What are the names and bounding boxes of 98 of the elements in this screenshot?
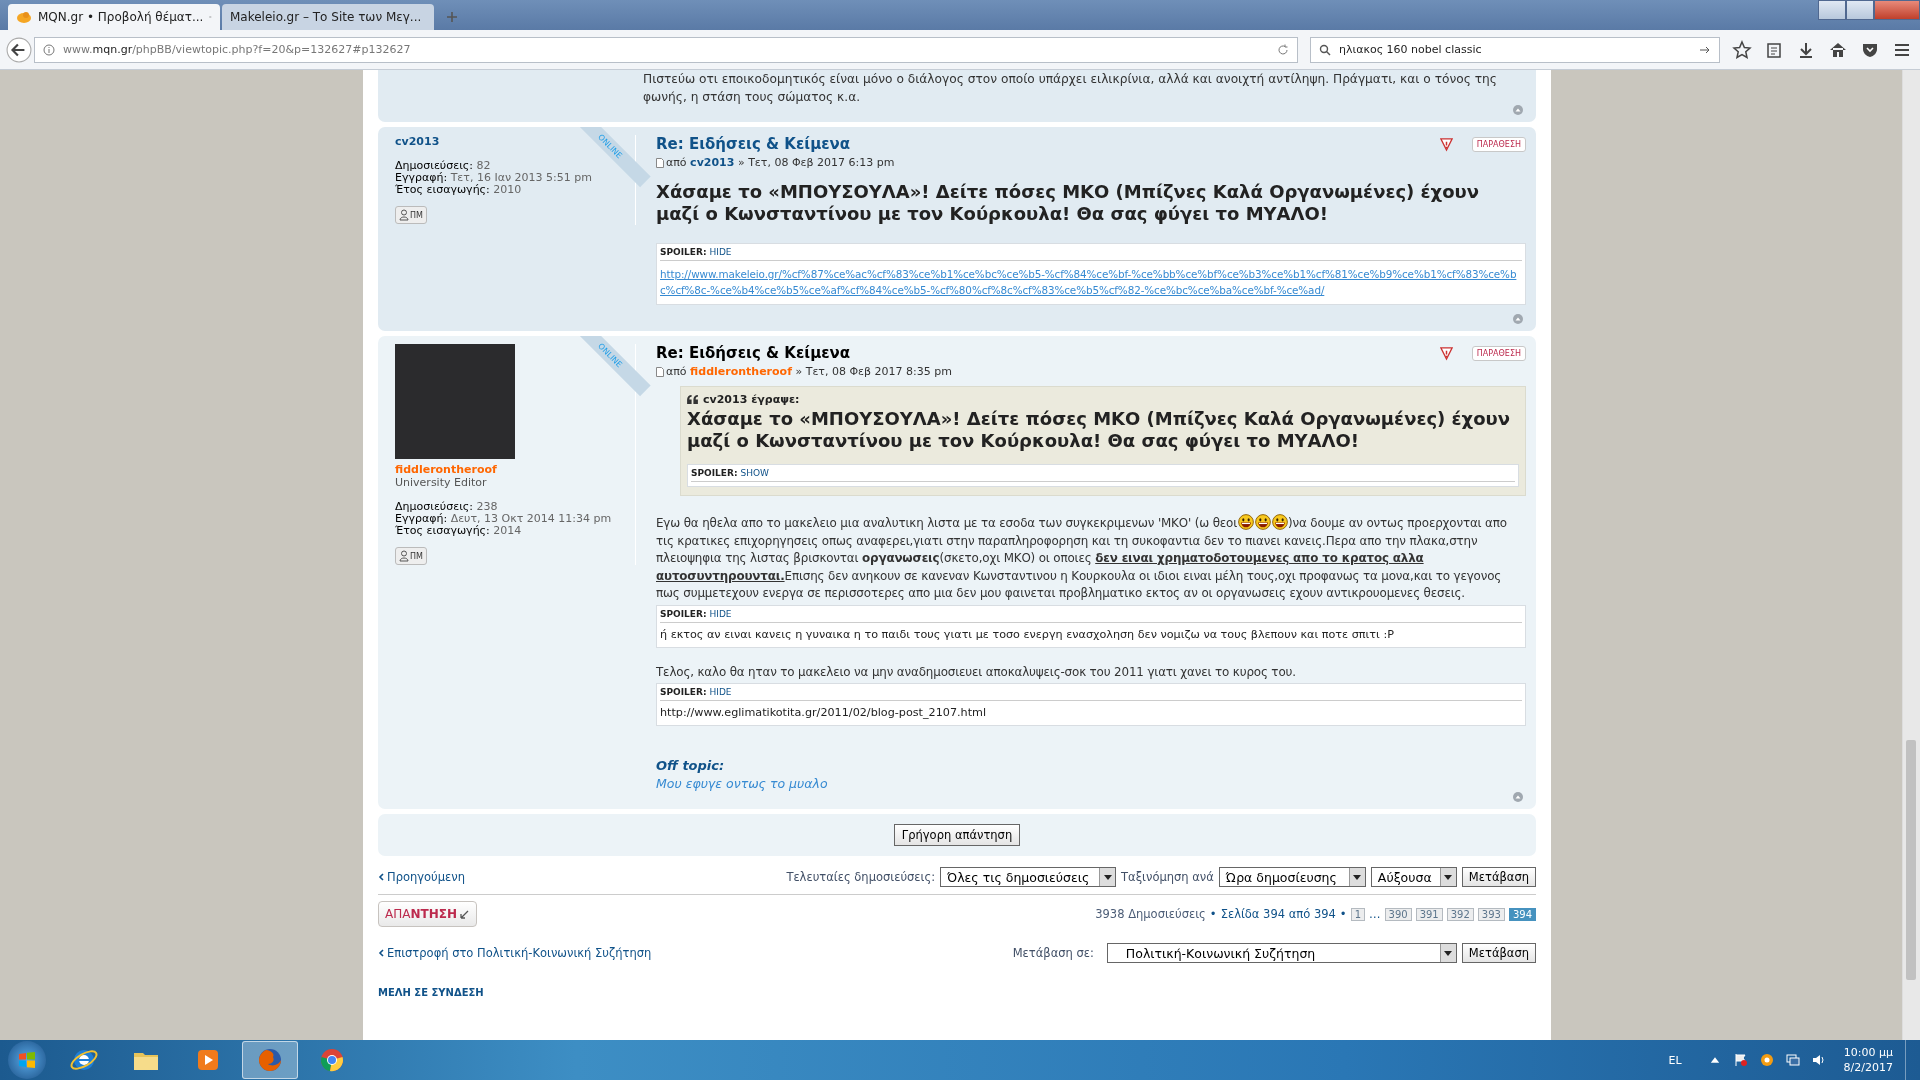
post-paragraph: Τελος, καλο θα ηταν το μακελειο να μην αναδημοσιευει αποκαλυψεις-σοκ του 2011 γιατι χανει το κυρος του. <box>656 663 1297 681</box>
post-title[interactable]: Re: Ειδήσεις & Κείμενα <box>656 344 851 362</box>
separator-dot: • <box>1339 907 1347 921</box>
profile-stat: Εγγραφή: Δευτ, 13 Οκτ 2014 11:34 pm <box>395 513 612 525</box>
page-link[interactable]: 391 <box>1415 907 1443 921</box>
minimize-button[interactable] <box>1818 0 1846 20</box>
maximize-button[interactable] <box>1846 0 1874 20</box>
spoiler-toggle[interactable]: SHOW <box>740 468 769 478</box>
smiley-icon <box>1238 514 1255 530</box>
jump-label: Μετάβαση σε: <box>1012 946 1094 960</box>
smiley-icon <box>1272 514 1289 530</box>
page-link[interactable]: 390 <box>1384 907 1412 921</box>
spoiler-toggle[interactable]: HIDE <box>709 608 732 619</box>
quote-button[interactable]: ΠΑΡΑΘΕΣΗ <box>1471 345 1526 361</box>
post-paragraph: Εγω θα ηθελα απο το μακελειο μια αναλυτικη λιστα με τα εσοδα των συγκεκριμενων 'ΜΚΟ' (ω θεοι )να δουμε αν οντως προερχονται απο τις κρατικες επιχορηγησεις οπως αναφερει,γιατι στην παραπληροφορηση και τη συκοφαντια δεν το πιανει κανεις.Περα απο την πλακα,στην πλειοψηφια της λιστας βρισκονται οργανωσεις(σκετο,οχι ΜΚΟ) οι οποιες δεν ειναι χρηματοδοτουμενες απο το κρατος αλλα αυτοσυντηρουνται.Επισης δεν ανηκουν σε κανεναν Κωνσταντινου η Κουρκουλα οι ιδιοι ειναι μέλη τους,οχι προφανως τα μονα,και το γεγονος πως συμμετεχουν ενεργα σε περισσοτερες απο μια δεν μου φαινεται προβληματικο εκτος αν οι οργανωσεις εχουν αντικρουομενες θεσεις. <box>656 514 1508 602</box>
offtopic-text: Μου εφυγε οντως το μυαλο <box>656 776 828 791</box>
previous-link[interactable]: Προηγούμενη <box>387 870 465 884</box>
spoiler-toggle[interactable]: HIDE <box>709 247 732 257</box>
warning-icon[interactable] <box>1438 136 1454 152</box>
favicon-icon <box>16 9 32 25</box>
reply-button[interactable]: ΑΠΑΝΤΗΣΗ <box>378 901 477 927</box>
forum-select[interactable]: Πολιτική-Κοινωνική Συζήτηση <box>1106 943 1457 963</box>
page-link[interactable]: 392 <box>1446 907 1474 921</box>
page-ellipsis: … <box>1369 907 1381 921</box>
post-headline: Χάσαμε το «ΜΠΟΥΣΟΥΛΑ»! Δείτε πόσες ΜΚΟ (Μπίζνες Καλά Οργανωμένες) έχουν μαζί ο Κωνσταντίνου με τον Κούρκουλα! Θα σας φύγει το ΜΥΑΛΟ! <box>687 408 1511 452</box>
chevron-icon <box>378 873 384 881</box>
back-to-forum-link[interactable]: Επιστροφή στο Πολιτική-Κοινωνική Συζήτηση <box>387 946 652 960</box>
language-indicator[interactable]: EL <box>1668 1053 1682 1067</box>
warning-icon[interactable] <box>1438 345 1454 361</box>
post-count: 3938 Δημοσιεύσεις <box>1095 907 1206 921</box>
page-link[interactable]: 1 <box>1350 907 1366 921</box>
pencil-icon <box>459 909 470 919</box>
person-icon <box>399 209 409 221</box>
speaker-icon[interactable] <box>1811 1053 1826 1067</box>
smiley-icon <box>1255 514 1272 530</box>
search-field[interactable]: ηλιακος 160 nobel classic <box>1310 36 1720 63</box>
separator-dot: • <box>1209 907 1217 921</box>
profile-stat: Εγγραφή: Τετ, 16 Ιαν 2013 5:51 pm <box>395 172 592 184</box>
quote-author: cv2013 έγραψε: <box>687 393 1519 406</box>
windows-logo-icon <box>17 1050 37 1070</box>
go-button[interactable]: Μετάβαση <box>1461 943 1536 963</box>
spoiler-text: http://www.eglimatikotita.gr/2011/02/blog-post_2107.html <box>660 705 988 721</box>
offtopic-title: Off topic: <box>656 758 725 773</box>
posts-filter-select[interactable]: Όλες τις δημοσιεύσεις <box>940 867 1117 887</box>
post-title[interactable]: Re: Ειδήσεις & Κείμενα <box>656 135 851 153</box>
post-byline: από cv2013 » Τετ, 08 Φεβ 2017 6:13 pm <box>666 156 895 169</box>
circle-icon[interactable] <box>1759 1053 1774 1067</box>
info-icon <box>43 43 55 56</box>
caret-icon <box>1444 874 1453 880</box>
order-select[interactable]: Αύξουσα <box>1370 867 1457 887</box>
pm-button[interactable]: ΠΜ <box>395 206 427 224</box>
page-icon <box>656 157 664 168</box>
spoiler-label: SPOILER: <box>660 687 707 697</box>
spoiler-toggle[interactable]: HIDE <box>709 687 732 697</box>
caret-icon <box>1103 874 1112 880</box>
user-rank: University Editor <box>395 476 487 489</box>
browser-tab[interactable]: MQN.gr • Προβολή θέματ... <box>8 4 220 30</box>
reload-icon[interactable] <box>1277 43 1289 56</box>
browser-tab[interactable]: Makeleio.gr – Το Site των Μεγ... <box>222 4 434 30</box>
address-field[interactable]: www.mqn.gr/phpBB/viewtopic.php?f=20&p=132627#p132627 <box>34 36 1298 63</box>
profile-stat: Έτος εισαγωγής: 2014 <box>395 525 523 537</box>
posts-filter-label: Τελευταίες δημοσιεύσεις: <box>786 870 936 884</box>
start-button[interactable] <box>8 1041 46 1079</box>
spoiler-label: SPOILER: <box>660 247 707 257</box>
sort-label: Ταξινόμηση ανά <box>1121 870 1214 884</box>
scrollbar[interactable] <box>1902 70 1920 1040</box>
post-text: Πιστεύω οτι εποικοδομητικός είναι μόνο ο διάλογος στον οποίο υπάρχει ειλικρίνια, αλλά και ανοιχτή αντίληψη. Πράγματι, και ο τόνος της φωνής, η στάση τους σώματος κ.α. <box>643 71 1498 106</box>
caret-icon <box>1444 950 1453 956</box>
spoiler-text: ή εκτος αν ειναι κανεις η γυναικα η το παιδι τους γιατι με τοσο ενεργη ενασχοληση δεν νομιζω να τους βλεπουν και ποτε σπιτι :P <box>660 626 1395 643</box>
star-icon[interactable] <box>1732 39 1752 60</box>
spoiler-link[interactable]: http://www.makeleio.gr/%cf%87%ce%ac%cf%83%ce%b1%ce%bc%ce%b5-%cf%84%ce%bf-%ce%bb%ce%bf%ce%b3%ce%b1%cf%81%ce%b9%ce%b1%cf%83%ce%bc%cf%8c-%ce%b4%ce%b5%ce%af%cf%84%ce%b5-%cf%80%cf%8c%cf%83%ce%b5%cf%82-%ce%bc%ce%ba%ce%bf-%ce%ad/ <box>660 261 1522 300</box>
network-icon[interactable] <box>1785 1053 1800 1067</box>
quick-reply-button[interactable]: Γρήγορη απάντηση <box>893 824 1021 846</box>
clock[interactable]: 10:00 μμ 8/2/2017 <box>1843 1045 1893 1075</box>
chevron-icon <box>378 949 384 957</box>
spoiler-label: SPOILER: <box>691 468 738 478</box>
username-link[interactable]: cv2013 <box>395 135 440 148</box>
quote-button[interactable]: ΠΑΡΑΘΕΣΗ <box>1471 136 1526 152</box>
search-icon <box>1319 43 1331 56</box>
page-icon <box>656 366 664 377</box>
page-link[interactable]: 393 <box>1477 907 1505 921</box>
flag-icon[interactable] <box>1733 1053 1748 1067</box>
quote-mark-icon <box>687 395 698 404</box>
sort-select[interactable]: Ώρα δημοσίευσης <box>1218 867 1366 887</box>
profile-stat: Δημοσιεύσεις: 82 <box>395 160 492 172</box>
post-headline: Χάσαμε το «ΜΠΟΥΣΟΥΛΑ»! Δείτε πόσες ΜΚΟ (Μπίζνες Καλά Οργανωμένες) έχουν μαζί ο Κωνσταντίνου με τον Κούρκουλα! Θα σας φύγει το ΜΥΑΛΟ! <box>656 181 1480 225</box>
online-members-heading: ΜΕΛΗ ΣΕ ΣΥΝΔΕΣΗ <box>378 987 485 998</box>
profile-stat: Δημοσιεύσεις: 238 <box>395 501 499 513</box>
profile-stat: Έτος εισαγωγής: 2010 <box>395 184 523 196</box>
go-button[interactable]: Μετάβαση <box>1461 867 1536 887</box>
post-byline: από fiddlerontheroof » Τετ, 08 Φεβ 2017 8:35 pm <box>666 365 952 378</box>
back-icon[interactable] <box>6 36 32 63</box>
pm-button[interactable]: ΠΜ <box>395 547 427 565</box>
spoiler-label: SPOILER: <box>660 608 707 619</box>
taskbar-app[interactable] <box>242 1041 298 1079</box>
page-info: Σελίδα 394 από 394 <box>1220 907 1336 921</box>
person-icon <box>399 550 409 562</box>
caret-icon <box>1353 874 1362 880</box>
